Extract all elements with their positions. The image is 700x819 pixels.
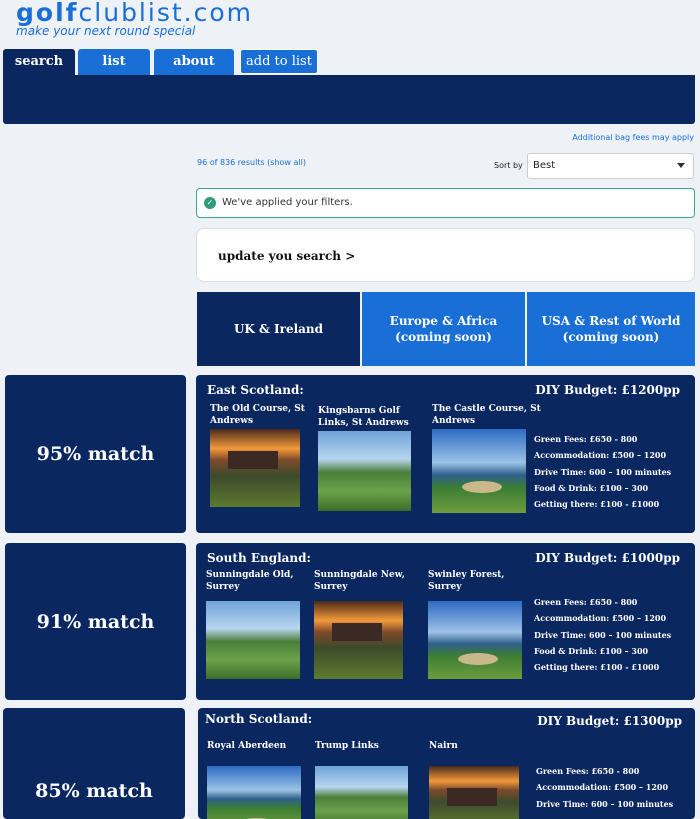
- course-item[interactable]: Sunningdale Old, Surrey: [206, 569, 306, 679]
- course-item[interactable]: Nairn: [429, 740, 529, 819]
- stat-line: Getting there: £100 - £1000: [534, 662, 660, 673]
- stat-line: Accommodation: £500 – 1200: [534, 450, 667, 461]
- cost-breakdown: Green Fees: £650 - 800 Accommodation: £5…: [534, 431, 671, 512]
- course-name: Swinley Forest, Surrey: [428, 570, 505, 592]
- cost-breakdown: Green Fees: £650 - 800 Accommodation: £5…: [536, 763, 673, 812]
- match-score: 85% match: [3, 708, 185, 819]
- region-label: UK & Ireland: [233, 322, 324, 336]
- add-to-list-button[interactable]: add to list: [240, 49, 318, 74]
- course-name: Kingsbarns Golf Links, St Andrews: [318, 406, 409, 428]
- region-tab-uk[interactable]: UK & Ireland: [197, 292, 360, 366]
- course-item[interactable]: Swinley Forest, Surrey: [428, 569, 528, 679]
- stat-line: Drive Time: 600 – 100 minutes: [534, 466, 672, 477]
- destination-card[interactable]: East Scotland: DIY Budget: £1200pp The O…: [196, 375, 695, 533]
- sort-label: Sort by: [494, 161, 523, 170]
- header-bar: [3, 75, 695, 124]
- course-item[interactable]: Kingsbarns Golf Links, St Andrews: [318, 405, 418, 511]
- destination-card[interactable]: South England: DIY Budget: £1000pp Sunni…: [196, 543, 695, 700]
- tab-about[interactable]: about: [154, 49, 234, 75]
- course-photo: [429, 766, 519, 819]
- course-item[interactable]: Royal Aberdeen: [207, 740, 307, 819]
- card-budget: DIY Budget: £1300pp: [537, 714, 682, 728]
- course-name: The Castle Course, St Andrews: [432, 404, 541, 426]
- stat-line: Green Fees: £650 - 800: [534, 434, 638, 444]
- region-tab-usa[interactable]: USA & Rest of World (coming soon): [527, 292, 695, 366]
- chevron-down-icon: [677, 163, 685, 168]
- stat-line: Green Fees: £650 - 800: [536, 766, 640, 776]
- match-score: 95% match: [5, 375, 186, 533]
- check-circle-icon: ✓: [204, 197, 216, 209]
- course-photo: [315, 766, 408, 819]
- results-count[interactable]: 96 of 836 results (show all): [197, 158, 306, 167]
- card-region: East Scotland:: [207, 383, 304, 397]
- course-photo: [314, 601, 403, 679]
- filters-applied-banner: ✓ We've applied your filters.: [196, 188, 695, 218]
- bag-fees-notice[interactable]: Additional bag fees may apply: [572, 133, 694, 142]
- stat-line: Food & Drink: £100 – 300: [534, 645, 649, 656]
- stat-line: Accommodation: £500 – 1200: [536, 782, 669, 793]
- region-tab-europe[interactable]: Europe & Africa (coming soon): [362, 292, 525, 366]
- course-name: Royal Aberdeen: [207, 741, 287, 751]
- course-photo: [432, 429, 526, 513]
- cost-breakdown: Green Fees: £650 - 800 Accommodation: £5…: [534, 594, 671, 675]
- course-item[interactable]: Sunningdale New, Surrey: [314, 569, 414, 679]
- stat-line: Drive Time: 600 – 100 minutes: [536, 798, 674, 809]
- logo-bold: golf: [16, 0, 79, 27]
- card-budget: DIY Budget: £1200pp: [535, 383, 680, 397]
- stat-line: Accommodation: £500 – 1200: [534, 613, 667, 624]
- update-search-button[interactable]: update you search >: [196, 228, 695, 282]
- course-item[interactable]: The Old Course, St Andrews: [210, 403, 310, 507]
- course-photo: [206, 601, 300, 679]
- card-region: North Scotland:: [205, 712, 313, 726]
- filters-message: We've applied your filters.: [222, 197, 353, 208]
- course-item[interactable]: Trump Links: [315, 740, 415, 819]
- region-label: Europe & Africa (coming soon): [389, 314, 498, 344]
- tagline: make your next round special: [16, 24, 196, 38]
- course-photo: [318, 431, 411, 511]
- stat-line: Drive Time: 600 – 100 minutes: [534, 629, 672, 640]
- course-name: Sunningdale New, Surrey: [314, 570, 405, 592]
- tab-search[interactable]: search: [3, 49, 75, 75]
- logo[interactable]: golfclublist.com: [16, 0, 253, 26]
- course-name: Sunningdale Old, Surrey: [206, 570, 294, 592]
- match-score: 91% match: [5, 543, 186, 700]
- sort-select[interactable]: Best: [527, 153, 694, 179]
- course-name: Trump Links: [315, 741, 379, 751]
- tab-list[interactable]: list: [78, 49, 150, 75]
- card-budget: DIY Budget: £1000pp: [535, 551, 680, 565]
- region-label: USA & Rest of World (coming soon): [541, 314, 681, 344]
- logo-rest: clublist.com: [78, 0, 253, 27]
- sort-value: Best: [533, 160, 556, 171]
- card-region: South England:: [207, 551, 311, 565]
- stat-line: Food & Drink: £100 – 300: [534, 482, 649, 493]
- course-photo: [428, 601, 522, 679]
- destination-card[interactable]: North Scotland: DIY Budget: £1300pp Roya…: [198, 708, 695, 819]
- stat-line: Green Fees: £650 - 800: [534, 597, 638, 607]
- course-name: Nairn: [429, 741, 458, 751]
- stat-line: Getting there: £100 - £1000: [534, 499, 660, 510]
- course-photo: [207, 766, 301, 819]
- course-name: The Old Course, St Andrews: [210, 404, 305, 426]
- course-item[interactable]: The Castle Course, St Andrews: [432, 403, 542, 513]
- course-photo: [210, 429, 300, 507]
